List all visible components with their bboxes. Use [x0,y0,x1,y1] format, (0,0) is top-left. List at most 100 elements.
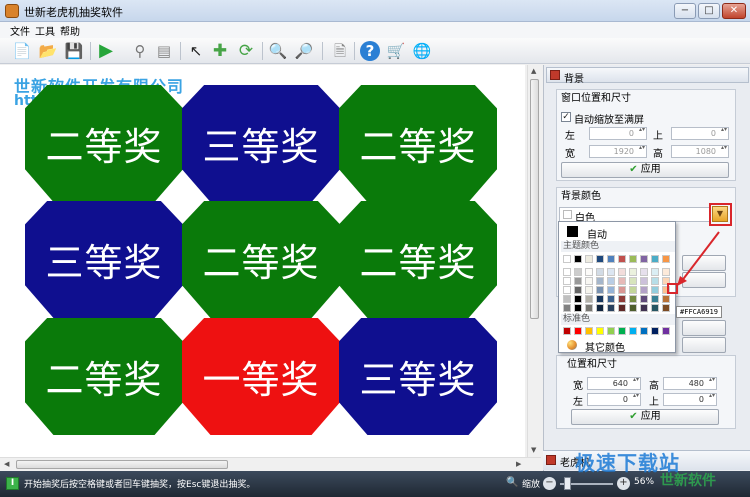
hidden-button[interactable] [682,320,726,336]
theme-color-cell[interactable] [574,255,582,263]
filter-icon[interactable]: ⚲ [130,41,150,61]
left-input[interactable]: 0 [587,393,641,406]
auto-color-swatch[interactable] [567,226,578,237]
more-colors-button[interactable]: 其它颜色 [585,339,625,354]
theme-color-cell[interactable] [574,268,582,276]
zoom-out-button[interactable]: − [543,477,556,490]
theme-color-cell[interactable] [629,304,637,312]
auto-color-label[interactable]: 自动 [587,226,607,241]
horizontal-scrollbar[interactable]: ◀ ▶ [0,457,541,471]
theme-color-cell[interactable] [651,304,659,312]
width-input[interactable]: 1920 [589,145,647,158]
standard-color-cell[interactable] [585,327,593,335]
scroll-right-icon[interactable]: ▶ [516,460,521,468]
apply-position-button[interactable]: ✔ 应用 [571,409,719,425]
theme-color-cell[interactable] [596,255,604,263]
standard-color-cell[interactable] [563,327,571,335]
refresh-icon[interactable]: ⟳ [236,41,256,61]
theme-color-cell[interactable] [596,295,604,303]
theme-color-cell[interactable] [640,304,648,312]
new-file-icon[interactable]: 📄 [12,41,32,61]
zoom-in-button[interactable]: + [617,477,630,490]
theme-color-cell[interactable] [574,304,582,312]
standard-color-cell[interactable] [574,327,582,335]
theme-color-cell[interactable] [640,255,648,263]
page-icon[interactable]: 🗎 [330,41,350,61]
panel-header-background[interactable]: 背景 [546,67,749,85]
theme-color-cell[interactable] [662,295,670,303]
theme-color-cell[interactable] [618,268,626,276]
menu-file[interactable]: 文件 [10,23,30,38]
theme-color-cell[interactable] [607,255,615,263]
theme-color-cell[interactable] [585,286,593,294]
scroll-down-icon[interactable]: ▼ [531,446,536,454]
globe-icon[interactable]: 🌐 [412,41,432,61]
theme-color-cell[interactable] [574,295,582,303]
theme-color-cell[interactable] [618,277,626,285]
standard-color-cell[interactable] [607,327,615,335]
left-input[interactable]: 0 [589,127,647,140]
theme-color-cell[interactable] [651,286,659,294]
top-input[interactable]: 0 [671,127,729,140]
standard-color-cell[interactable] [629,327,637,335]
theme-color-cell[interactable] [629,295,637,303]
horizontal-scroll-thumb[interactable] [16,460,228,469]
menu-tools[interactable]: 工具 [35,23,55,38]
zoom-in-icon[interactable]: 🔍 [268,41,288,61]
theme-color-cell[interactable] [629,277,637,285]
pointer-icon[interactable]: ↖ [186,41,206,61]
theme-color-cell[interactable] [640,268,648,276]
top-input[interactable]: 0 [663,393,717,406]
close-button[interactable]: ✕ [722,3,746,19]
lottery-canvas[interactable]: 世新软件开发有限公司 http 二等奖三等奖二等奖三等奖二等奖二等奖二等奖一等奖… [0,65,525,457]
theme-color-cell[interactable] [640,295,648,303]
theme-color-cell[interactable] [607,304,615,312]
theme-color-cell[interactable] [662,268,670,276]
theme-color-cell[interactable] [651,268,659,276]
standard-color-cell[interactable] [651,327,659,335]
theme-color-cell[interactable] [563,286,571,294]
standard-color-cell[interactable] [596,327,604,335]
theme-color-cell[interactable] [585,255,593,263]
theme-color-cell[interactable] [563,255,571,263]
theme-color-cell[interactable] [607,268,615,276]
bg-color-select[interactable]: 白色 [559,207,711,224]
theme-color-cell[interactable] [563,304,571,312]
theme-color-cell[interactable] [618,286,626,294]
theme-color-cell[interactable] [596,286,604,294]
theme-color-cell[interactable] [662,304,670,312]
auto-scale-checkbox[interactable]: ✓ [561,112,571,122]
theme-color-cell[interactable] [607,286,615,294]
theme-color-cell[interactable] [651,295,659,303]
zoom-slider-thumb[interactable] [564,477,571,490]
theme-color-cell[interactable] [618,295,626,303]
apply-window-button[interactable]: ✔ 应用 [561,162,729,178]
scroll-up-icon[interactable]: ▲ [531,67,536,75]
width-input[interactable]: 640 [587,377,641,390]
maximize-button[interactable]: □ [698,3,720,19]
hidden-button[interactable] [682,337,726,353]
move-icon[interactable]: ✚ [210,41,230,61]
height-input[interactable]: 480 [663,377,717,390]
theme-color-cell[interactable] [629,255,637,263]
theme-color-cell[interactable] [585,277,593,285]
standard-color-cell[interactable] [640,327,648,335]
theme-color-cell[interactable] [651,255,659,263]
theme-color-cell[interactable] [618,255,626,263]
cart-icon[interactable]: 🛒 [386,41,406,61]
theme-color-cell[interactable] [563,277,571,285]
vertical-scrollbar[interactable]: ▲ ▼ [527,65,541,457]
theme-color-cell[interactable] [563,295,571,303]
theme-color-cell[interactable] [585,304,593,312]
theme-color-cell[interactable] [574,277,582,285]
save-icon[interactable]: 💾 [64,41,84,61]
theme-color-cell[interactable] [640,286,648,294]
menu-help[interactable]: 帮助 [60,23,80,38]
database-icon[interactable]: ▤ [154,41,174,61]
theme-color-cell[interactable] [629,286,637,294]
standard-color-cell[interactable] [618,327,626,335]
minimize-button[interactable]: − [674,3,696,19]
theme-color-cell[interactable] [607,277,615,285]
theme-color-cell[interactable] [629,268,637,276]
theme-color-cell[interactable] [596,304,604,312]
